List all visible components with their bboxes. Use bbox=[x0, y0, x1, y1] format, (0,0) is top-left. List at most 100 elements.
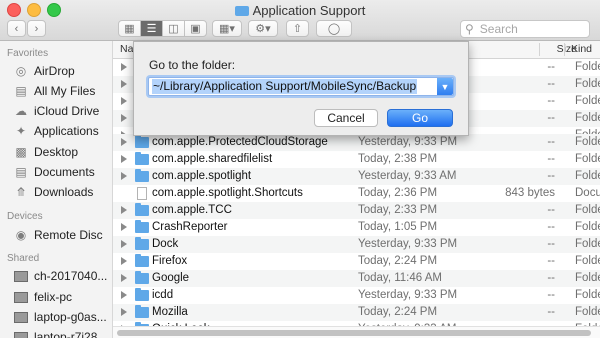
cloud-icon: ☁ bbox=[15, 104, 27, 118]
disclosure-triangle-icon[interactable] bbox=[121, 114, 127, 122]
scrollbar-thumb[interactable] bbox=[117, 330, 591, 336]
chevron-left-icon: ‹ bbox=[14, 22, 19, 35]
search-field[interactable]: ⚲ Search bbox=[460, 20, 590, 38]
folder-icon bbox=[135, 305, 149, 318]
sidebar-header-favorites: Favorites bbox=[7, 48, 49, 59]
go-to-folder-dialog: Go to the folder: ~/Library/Application … bbox=[133, 41, 469, 136]
sidebar-item-shared-4[interactable]: laptop-r7i28... bbox=[14, 329, 107, 338]
sidebar-item-airdrop[interactable]: ◎ AirDrop bbox=[14, 63, 75, 79]
tags-button[interactable]: ◯ bbox=[316, 20, 352, 37]
gallery-view-button[interactable]: ▣ bbox=[184, 20, 207, 37]
folder-path-input[interactable]: ~/Library/Application Support/MobileSync… bbox=[148, 77, 454, 96]
dialog-label: Go to the folder: bbox=[149, 58, 236, 72]
sidebar-item-icloud-drive[interactable]: ☁ iCloud Drive bbox=[14, 103, 99, 119]
monitor-icon bbox=[14, 310, 28, 324]
monitor-icon bbox=[14, 269, 28, 283]
downloads-icon: ⤊ bbox=[15, 185, 27, 199]
all-files-icon: ▤ bbox=[15, 84, 27, 98]
folder-icon bbox=[135, 288, 149, 301]
list-icon: ☰ bbox=[146, 23, 157, 35]
column-kind[interactable]: Kind bbox=[571, 43, 592, 55]
disclosure-triangle-icon[interactable] bbox=[121, 138, 127, 146]
table-row[interactable]: com.apple.TCCToday, 2:33 PM--Folder bbox=[113, 202, 600, 219]
sidebar-item-documents[interactable]: ▤ Documents bbox=[14, 164, 94, 180]
sidebar-item-downloads[interactable]: ⤊ Downloads bbox=[14, 184, 93, 200]
folder-path-value: ~/Library/Application Support/MobileSync… bbox=[152, 79, 418, 94]
gallery-icon: ▣ bbox=[190, 23, 201, 35]
table-row[interactable]: MozillaToday, 2:24 PM--Folder bbox=[113, 304, 600, 321]
sidebar-item-desktop[interactable]: ▩ Desktop bbox=[14, 144, 78, 160]
table-row[interactable]: com.apple.spotlight.Shortcuts Today, 2:36… bbox=[113, 185, 600, 202]
disclosure-triangle-icon[interactable] bbox=[121, 223, 127, 231]
folder-icon bbox=[234, 6, 249, 16]
sidebar-item-remote-disc[interactable]: ◉ Remote Disc bbox=[14, 227, 103, 243]
horizontal-scrollbar[interactable] bbox=[113, 326, 600, 338]
share-icon: ⇧ bbox=[292, 23, 303, 35]
window-title: Application Support bbox=[0, 3, 600, 18]
sidebar-header-shared: Shared bbox=[7, 253, 40, 264]
disclosure-triangle-icon[interactable] bbox=[121, 80, 127, 88]
document-icon bbox=[137, 187, 147, 200]
folder-icon bbox=[135, 135, 149, 148]
disclosure-triangle-icon[interactable] bbox=[121, 172, 127, 180]
history-dropdown-button[interactable]: ▼ bbox=[437, 78, 453, 95]
icon-view-button[interactable]: ▦ bbox=[118, 20, 141, 37]
disclosure-triangle-icon[interactable] bbox=[121, 155, 127, 163]
disclosure-triangle-icon[interactable] bbox=[121, 291, 127, 299]
disclosure-triangle-icon[interactable] bbox=[121, 63, 127, 71]
folder-icon bbox=[135, 203, 149, 216]
sidebar-item-shared-2[interactable]: felix-pc bbox=[14, 289, 72, 305]
sidebar-header-devices: Devices bbox=[7, 211, 43, 222]
chevron-down-icon: ▼ bbox=[440, 81, 450, 92]
folder-icon bbox=[135, 169, 149, 182]
desktop-icon: ▩ bbox=[15, 145, 27, 159]
table-row[interactable]: DockYesterday, 9:33 PM--Folder bbox=[113, 236, 600, 253]
table-row[interactable]: com.apple.sharedfilelist Today, 2:38 PM --… bbox=[113, 151, 600, 168]
grid-icon: ▦ bbox=[124, 23, 135, 35]
disclosure-triangle-icon[interactable] bbox=[121, 97, 127, 105]
disclosure-triangle-icon[interactable] bbox=[121, 240, 127, 248]
table-row[interactable]: GoogleToday, 11:46 AM--Folder bbox=[113, 270, 600, 287]
table-row[interactable]: CrashReporterToday, 1:05 PM--Folder bbox=[113, 219, 600, 236]
search-placeholder: Search bbox=[479, 22, 518, 36]
folder-icon bbox=[135, 152, 149, 165]
search-icon: ⚲ bbox=[465, 22, 474, 36]
action-button[interactable]: ⚙▾ bbox=[248, 20, 278, 37]
share-button[interactable]: ⇧ bbox=[286, 20, 309, 37]
group-button[interactable]: ▦▾ bbox=[212, 20, 242, 37]
columns-icon: ◫ bbox=[168, 23, 179, 35]
sidebar-item-shared-3[interactable]: laptop-g0as... bbox=[14, 309, 107, 325]
sidebar-item-shared-1[interactable]: ch-2017040... bbox=[14, 268, 107, 284]
finder-window: Application Support ‹ › ▦ ☰ ◫ ▣ ▦▾ ⚙▾ ⇧ … bbox=[0, 0, 600, 338]
folder-icon bbox=[135, 271, 149, 284]
monitor-icon bbox=[14, 290, 28, 304]
documents-icon: ▤ bbox=[15, 165, 27, 179]
monitor-icon bbox=[14, 330, 28, 338]
disclosure-triangle-icon[interactable] bbox=[121, 308, 127, 316]
sidebar-item-applications[interactable]: ✦ Applications bbox=[14, 123, 99, 139]
chevron-right-icon: › bbox=[34, 22, 39, 35]
disclosure-triangle-icon[interactable] bbox=[121, 274, 127, 282]
table-row[interactable]: FirefoxToday, 2:24 PM--Folder bbox=[113, 253, 600, 270]
table-row[interactable]: com.apple.spotlight Yesterday, 9:33 AM -- F… bbox=[113, 168, 600, 185]
sidebar: Favorites ◎ AirDrop ▤ All My Files ☁ iCl… bbox=[0, 41, 113, 338]
forward-button[interactable]: › bbox=[27, 20, 46, 37]
tag-icon: ◯ bbox=[327, 23, 341, 35]
go-button[interactable]: Go bbox=[387, 109, 453, 127]
disclosure-triangle-icon[interactable] bbox=[121, 257, 127, 265]
table-row[interactable]: com.apple.ProtectedCloudStorage Yesterday… bbox=[113, 134, 600, 151]
toolbar: Application Support ‹ › ▦ ☰ ◫ ▣ ▦▾ ⚙▾ ⇧ … bbox=[0, 0, 600, 41]
column-view-button[interactable]: ◫ bbox=[162, 20, 185, 37]
gear-icon: ⚙▾ bbox=[255, 23, 271, 35]
table-row[interactable]: icddYesterday, 9:33 PM--Folder bbox=[113, 287, 600, 304]
list-view-button[interactable]: ☰ bbox=[140, 20, 163, 37]
cancel-button[interactable]: Cancel bbox=[314, 109, 378, 127]
back-button[interactable]: ‹ bbox=[7, 20, 26, 37]
sidebar-item-all-my-files[interactable]: ▤ All My Files bbox=[14, 83, 95, 99]
folder-icon bbox=[135, 254, 149, 267]
group-icon: ▦▾ bbox=[219, 23, 235, 35]
disc-icon: ◉ bbox=[15, 228, 27, 242]
folder-icon bbox=[135, 220, 149, 233]
disclosure-triangle-icon[interactable] bbox=[121, 206, 127, 214]
airdrop-icon: ◎ bbox=[15, 64, 27, 78]
